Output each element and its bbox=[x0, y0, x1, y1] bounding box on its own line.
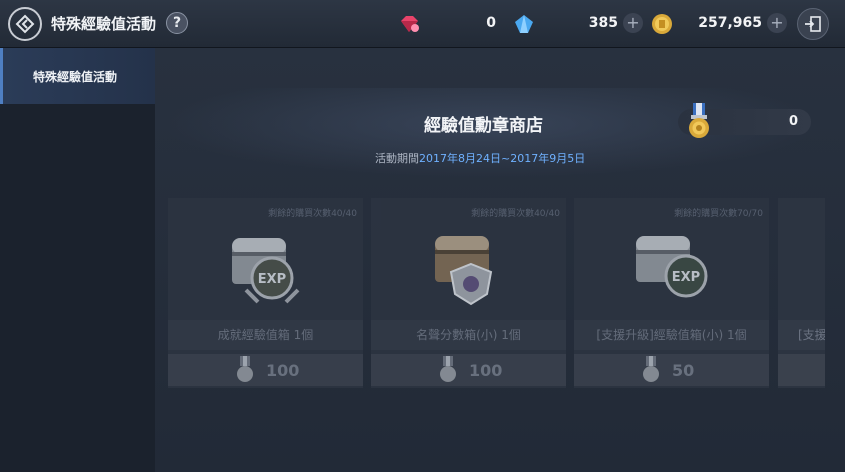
sidebar-item-label: 特殊經驗值活動 bbox=[33, 69, 118, 84]
item-name: 名聲分數箱(小) 1個 bbox=[371, 320, 566, 350]
fame-chest-icon bbox=[421, 220, 517, 316]
price-bar bbox=[778, 354, 825, 386]
price-bar[interactable]: 100 bbox=[371, 354, 566, 386]
remaining-purchases: 剩餘的購買次數70/70 bbox=[674, 209, 763, 219]
remaining-purchases: 剩餘的購買次數40/40 bbox=[268, 209, 357, 219]
remaining-purchases: 剩餘的購買次數40/40 bbox=[471, 209, 560, 219]
top-bar: 特殊經驗值活動 ? 0 385 + 257,965 + bbox=[0, 0, 845, 48]
svg-text:EXP: EXP bbox=[672, 270, 700, 285]
medal-price-icon bbox=[237, 356, 253, 382]
shop-item-card[interactable]: [支援 bbox=[778, 198, 825, 388]
ruby-amount: 0 bbox=[486, 15, 496, 31]
item-price: 100 bbox=[266, 361, 300, 380]
support-exp-chest-icon: EXP bbox=[624, 220, 720, 316]
gold-coin-icon bbox=[652, 14, 672, 34]
gold-amount: 257,965 bbox=[698, 15, 762, 31]
back-diamond-icon bbox=[15, 14, 35, 34]
item-name: [支援 bbox=[778, 320, 825, 350]
buy-crystal-button[interactable]: + bbox=[623, 13, 643, 33]
period-dates: 2017年8月24日~2017年9月5日 bbox=[419, 152, 586, 165]
help-button[interactable]: ? bbox=[166, 12, 188, 34]
price-bar[interactable]: 100 bbox=[168, 354, 363, 386]
crystal-currency bbox=[512, 12, 536, 36]
shop-item-card[interactable]: 剩餘的購買次數40/40 名聲分數箱(小) 1個 100 bbox=[371, 198, 566, 388]
price-bar[interactable]: 50 bbox=[574, 354, 769, 386]
event-period: 活動期間2017年8月24日~2017年9月5日 bbox=[375, 150, 585, 166]
medal-price-icon bbox=[440, 356, 456, 382]
ruby-currency bbox=[397, 12, 421, 36]
sidebar: 特殊經驗值活動 bbox=[0, 48, 155, 472]
exp-chest-icon: EXP bbox=[218, 220, 314, 316]
exit-door-icon bbox=[805, 16, 821, 32]
item-price: 50 bbox=[672, 361, 695, 380]
gold-currency bbox=[650, 12, 674, 36]
item-name: [支援升級]經驗值箱(小) 1個 bbox=[574, 320, 769, 350]
svg-text:EXP: EXP bbox=[258, 272, 286, 287]
blue-crystal-icon bbox=[515, 15, 533, 33]
shop-title: 經驗值勳章商店 bbox=[424, 116, 543, 136]
back-button[interactable] bbox=[8, 7, 42, 41]
crystal-amount: 385 bbox=[588, 15, 618, 31]
shop-item-card[interactable]: 剩餘的購買次數70/70 EXP [支援升級]經驗值箱(小) 1個 50 bbox=[574, 198, 769, 388]
exit-button[interactable] bbox=[797, 8, 829, 40]
item-price: 100 bbox=[469, 361, 503, 380]
period-label: 活動期間 bbox=[375, 152, 419, 165]
shop-item-card[interactable]: 剩餘的購買次數40/40 EXP 成就經驗值箱 1個 100 bbox=[168, 198, 363, 388]
item-name: 成就經驗值箱 1個 bbox=[168, 320, 363, 350]
medal-count: 0 bbox=[788, 114, 798, 129]
sidebar-item-special-exp-event[interactable]: 特殊經驗值活動 bbox=[0, 48, 155, 104]
page-title: 特殊經驗值活動 bbox=[51, 15, 157, 33]
buy-gold-button[interactable]: + bbox=[767, 13, 787, 33]
medal-price-icon bbox=[643, 356, 659, 382]
ruby-icon bbox=[401, 16, 419, 32]
exp-medal-icon bbox=[686, 103, 712, 143]
